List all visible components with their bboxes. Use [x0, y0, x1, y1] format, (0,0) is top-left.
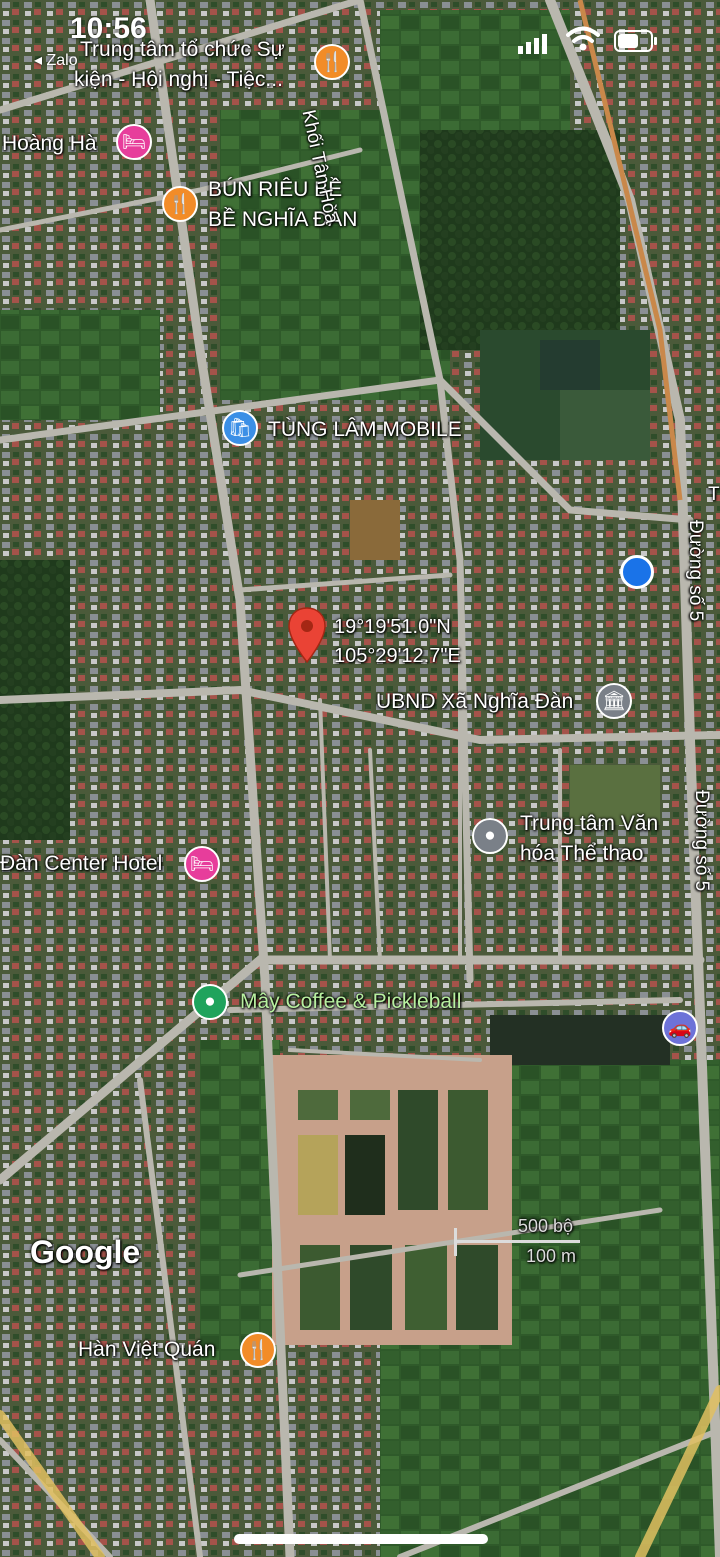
satellite-map[interactable]: [0, 0, 720, 1557]
poi-may-coffee-label[interactable]: Mây Coffee & Pickleball: [240, 990, 461, 1014]
poi-van-hoa-line2[interactable]: hóa Thể thao: [520, 842, 643, 866]
restaurant-icon[interactable]: 🍴: [314, 44, 350, 80]
poi-han-viet-label[interactable]: Hàn Việt Quán: [78, 1338, 215, 1362]
poi-event-center-line1[interactable]: Trung tâm tổ chức Sự: [80, 38, 285, 62]
scale-metric: 100 m: [526, 1246, 577, 1266]
transport-icon[interactable]: 🚗: [662, 1010, 698, 1046]
home-indicator[interactable]: [234, 1534, 488, 1544]
pin-longitude: 105°29'12.7"E: [334, 645, 461, 667]
scale-tick: [454, 1228, 457, 1256]
road-label-duong-so-5-a: Đường số 5: [685, 520, 706, 622]
cafe-icon[interactable]: ●: [192, 984, 228, 1020]
scale-line: [454, 1240, 580, 1243]
battery-icon: [614, 30, 657, 52]
poi-hoang-ha-label[interactable]: Hoàng Hà: [2, 132, 97, 156]
poi-van-hoa-line1[interactable]: Trung tâm Văn: [520, 812, 658, 836]
wifi-icon: [566, 26, 600, 51]
poi-tung-lam-label[interactable]: TÙNG LÂM MOBILE: [268, 418, 462, 442]
scale-imperial: 500 bộ: [518, 1216, 574, 1236]
restaurant-icon[interactable]: 🍴: [240, 1332, 276, 1368]
pin-latitude: 19°19'51.0"N: [334, 616, 451, 638]
shopping-bag-icon[interactable]: 🛍: [222, 410, 258, 446]
poi-center-hotel-label[interactable]: Đàn Center Hotel: [0, 852, 162, 876]
government-building-icon[interactable]: 🏛: [596, 683, 632, 719]
place-marker-icon[interactable]: ●: [472, 818, 508, 854]
location-pin-icon[interactable]: [287, 606, 327, 664]
back-app-label: Zalo: [46, 52, 78, 69]
poi-ubnd-label[interactable]: UBND Xã Nghĩa Đàn: [376, 690, 573, 714]
hotel-icon[interactable]: 🛏: [184, 846, 220, 882]
back-arrow-icon: ◂: [34, 52, 43, 69]
back-to-app[interactable]: ◂ Zalo: [34, 50, 78, 70]
google-logo: Google: [30, 1234, 141, 1270]
road-label-duong-so-5-b: Đường số 5: [691, 790, 712, 892]
scale-bar: 500 bộ 100 m: [450, 1210, 590, 1280]
my-location-dot[interactable]: [620, 555, 654, 589]
restaurant-icon[interactable]: 🍴: [162, 186, 198, 222]
poi-event-center-line2[interactable]: kiện - Hội nghị - Tiệc...: [74, 68, 283, 92]
road-label-edge: T: [708, 484, 720, 505]
hotel-icon[interactable]: 🛏: [116, 124, 152, 160]
cellular-signal-icon: [518, 34, 547, 54]
